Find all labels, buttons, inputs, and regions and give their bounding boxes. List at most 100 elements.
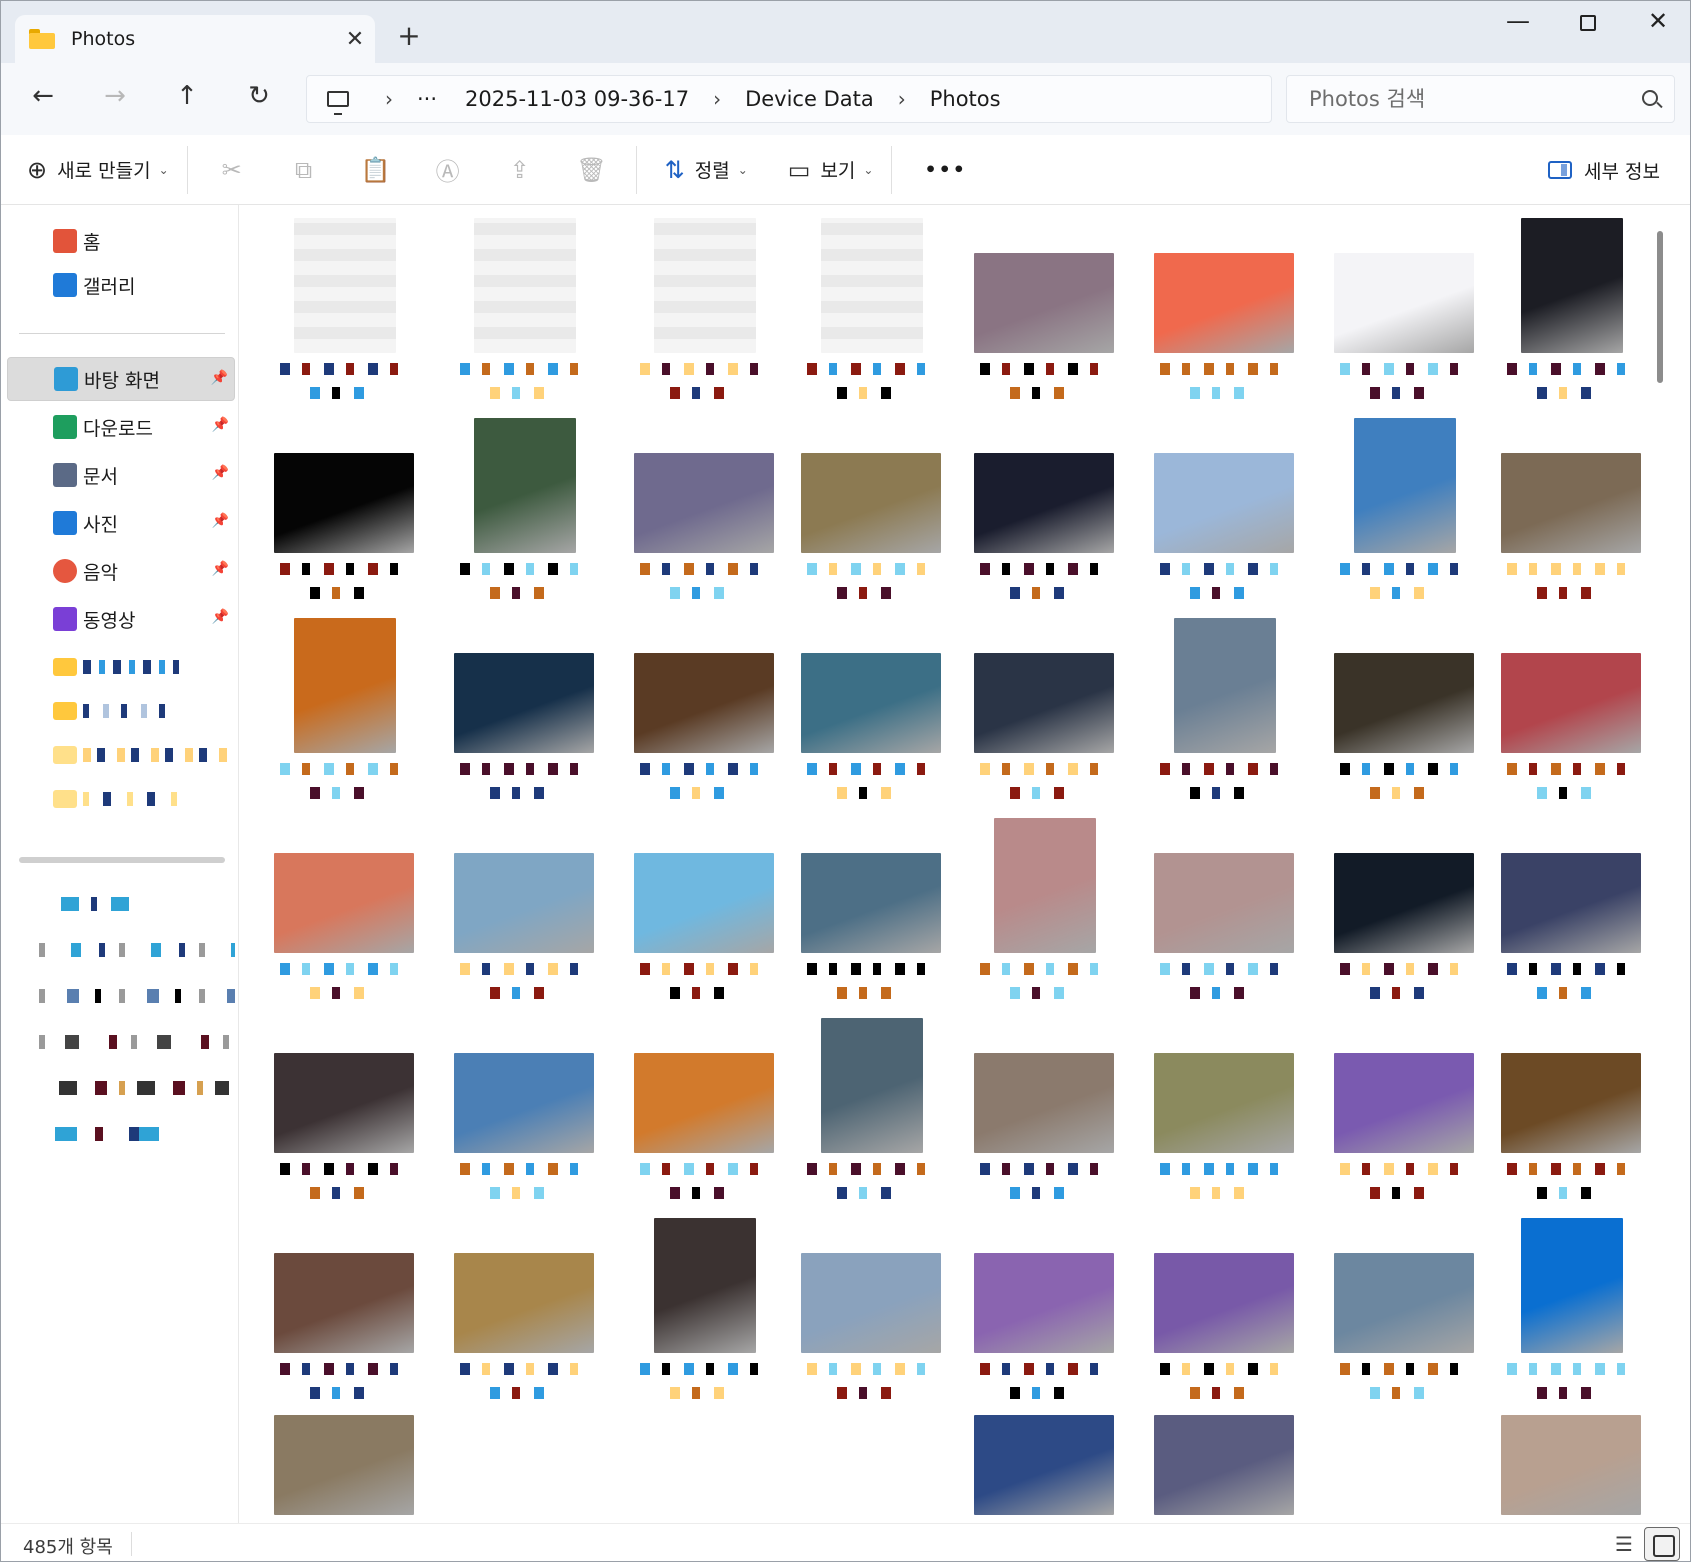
details-pane-button[interactable]: 세부 정보 — [1548, 147, 1660, 193]
photo-thumbnail[interactable] — [294, 618, 396, 753]
search-box[interactable] — [1286, 75, 1675, 123]
photo-thumbnail[interactable] — [801, 853, 941, 953]
photo-thumbnail[interactable] — [1501, 653, 1641, 753]
chevron-right-icon[interactable]: › — [385, 87, 393, 111]
breadcrumb-backup-folder[interactable]: 2025-11-03 09-36-17 — [465, 87, 689, 111]
photo-thumbnail[interactable] — [1501, 1053, 1641, 1153]
tab-photos[interactable]: Photos ✕ — [15, 15, 375, 63]
pin-icon[interactable]: 📌 — [212, 417, 229, 433]
redacted-location[interactable] — [61, 897, 137, 911]
photo-thumbnail[interactable] — [974, 653, 1114, 753]
delete-icon[interactable]: 🗑 — [556, 156, 628, 184]
sidebar-item-gallery[interactable]: 갤러리 — [7, 263, 235, 307]
search-icon[interactable] — [1642, 90, 1658, 106]
photo-thumbnail[interactable] — [634, 653, 774, 753]
photo-thumbnail[interactable] — [1154, 1053, 1294, 1153]
view-button[interactable]: ▭ 보기 ⌄ — [778, 147, 884, 193]
sidebar-item-redacted-folder[interactable] — [7, 777, 235, 821]
redacted-location[interactable] — [39, 989, 235, 1003]
breadcrumb-photos[interactable]: Photos — [930, 87, 1001, 111]
minimize-button[interactable]: — — [1483, 7, 1553, 41]
redacted-location[interactable] — [55, 1127, 159, 1141]
pin-icon[interactable]: 📌 — [212, 513, 229, 529]
address-bar[interactable]: › ··· 2025-11-03 09-36-17 › Device Data … — [306, 75, 1272, 123]
photo-thumbnail[interactable] — [454, 653, 594, 753]
rename-icon[interactable]: Ⓐ — [412, 152, 484, 187]
photo-thumbnail[interactable] — [634, 1053, 774, 1153]
photo-thumbnail[interactable] — [1154, 1253, 1294, 1353]
back-button[interactable]: ← — [19, 81, 67, 119]
photo-thumbnail[interactable] — [821, 218, 923, 353]
close-button[interactable]: ✕ — [1623, 7, 1690, 41]
photo-thumbnail[interactable] — [801, 1253, 941, 1353]
vertical-scrollbar[interactable] — [1651, 205, 1671, 1523]
photo-thumbnail[interactable] — [1334, 1053, 1474, 1153]
sidebar-item-music[interactable]: 음악 📌 — [7, 549, 235, 593]
photo-thumbnail[interactable] — [274, 453, 414, 553]
photo-thumbnail[interactable] — [1521, 1218, 1623, 1353]
photo-thumbnail[interactable] — [454, 1253, 594, 1353]
photo-thumbnail[interactable] — [1334, 653, 1474, 753]
tab-close-icon[interactable]: ✕ — [335, 27, 375, 52]
photo-thumbnail[interactable] — [1521, 218, 1623, 353]
sidebar-item-documents[interactable]: 문서 📌 — [7, 453, 235, 497]
photo-thumbnail[interactable] — [474, 218, 576, 353]
sidebar-item-pictures[interactable]: 사진 📌 — [7, 501, 235, 545]
sort-button[interactable]: ⇅ 정렬 ⌄ — [655, 147, 758, 193]
photo-thumbnail[interactable] — [821, 1018, 923, 1153]
breadcrumb-device-data[interactable]: Device Data — [745, 87, 874, 111]
share-icon[interactable]: ⇪ — [484, 156, 556, 184]
pin-icon[interactable]: 📌 — [212, 465, 229, 481]
redacted-location[interactable] — [39, 943, 235, 957]
photo-thumbnail[interactable] — [1334, 1253, 1474, 1353]
photo-thumbnail[interactable] — [1501, 1415, 1641, 1515]
photo-thumbnail[interactable] — [974, 453, 1114, 553]
photo-thumbnail[interactable] — [801, 453, 941, 553]
sidebar-item-redacted-folder[interactable] — [7, 689, 235, 733]
photo-thumbnail[interactable] — [274, 853, 414, 953]
photo-thumbnail[interactable] — [654, 1218, 756, 1353]
sidebar-item-desktop[interactable]: 바탕 화면 📌 — [7, 357, 235, 401]
sidebar-item-redacted-folder[interactable] — [7, 645, 235, 689]
photo-thumbnail[interactable] — [274, 1053, 414, 1153]
photo-thumbnail[interactable] — [1501, 453, 1641, 553]
photo-thumbnail[interactable] — [294, 218, 396, 353]
photo-thumbnail[interactable] — [1501, 853, 1641, 953]
photo-thumbnail[interactable] — [474, 418, 576, 553]
photo-thumbnail[interactable] — [1154, 1415, 1294, 1515]
photo-thumbnail[interactable] — [974, 253, 1114, 353]
photo-thumbnail[interactable] — [1174, 618, 1276, 753]
new-tab-button[interactable]: + — [393, 19, 425, 52]
details-view-icon[interactable]: ☰ — [1611, 1532, 1637, 1556]
photo-thumbnail[interactable] — [1154, 253, 1294, 353]
redacted-location[interactable] — [59, 1081, 229, 1095]
sidebar-item-redacted-folder[interactable] — [7, 733, 235, 777]
redacted-location[interactable] — [39, 1035, 235, 1049]
paste-icon[interactable]: 📋 — [340, 156, 412, 184]
search-input[interactable] — [1309, 87, 1629, 111]
photo-thumbnail[interactable] — [1154, 453, 1294, 553]
photo-thumbnail[interactable] — [974, 1053, 1114, 1153]
photo-thumbnail[interactable] — [454, 853, 594, 953]
photo-thumbnail[interactable] — [1154, 853, 1294, 953]
photo-thumbnail[interactable] — [634, 853, 774, 953]
photo-thumbnail[interactable] — [634, 453, 774, 553]
photo-thumbnail[interactable] — [801, 653, 941, 753]
forward-button[interactable]: → — [91, 81, 139, 119]
scrollbar-thumb[interactable] — [1657, 231, 1663, 383]
refresh-button[interactable]: ↻ — [235, 81, 283, 119]
pin-icon[interactable]: 📌 — [212, 609, 229, 625]
photo-thumbnail[interactable] — [654, 218, 756, 353]
photo-thumbnail[interactable] — [1354, 418, 1456, 553]
maximize-button[interactable] — [1553, 7, 1623, 41]
photo-thumbnail[interactable] — [274, 1253, 414, 1353]
photo-thumbnail[interactable] — [974, 1415, 1114, 1515]
photo-thumbnail[interactable] — [1334, 253, 1474, 353]
sidebar-item-downloads[interactable]: 다운로드 📌 — [7, 405, 235, 449]
photo-thumbnail[interactable] — [454, 1053, 594, 1153]
photo-thumbnail[interactable] — [974, 1253, 1114, 1353]
new-button[interactable]: ⊕ 새로 만들기 ⌄ — [17, 147, 179, 193]
more-options-button[interactable]: ••• — [914, 147, 976, 193]
cut-icon[interactable]: ✂ — [196, 156, 268, 184]
chevron-right-icon[interactable]: › — [898, 87, 906, 111]
